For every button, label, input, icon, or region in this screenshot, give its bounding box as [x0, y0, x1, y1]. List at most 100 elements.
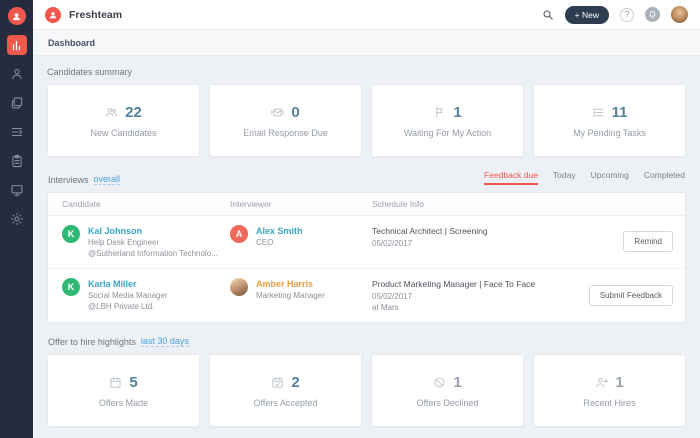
offers-header: Offer to hire highlights last 30 days: [48, 336, 685, 347]
remind-button[interactable]: Remind: [623, 231, 673, 252]
candidate-avatar: K: [62, 278, 80, 296]
candidate-avatar: K: [62, 225, 80, 243]
interviewer-role: CEO: [256, 238, 274, 247]
search-icon[interactable]: [542, 9, 554, 21]
card-waiting-for-my-action[interactable]: 1 Waiting For My Action: [371, 84, 524, 157]
interviews-table: Candidate Interviewer Schedule Info K Ka…: [47, 192, 686, 323]
candidate-cell: K Karla Miller Social Media Manager @LBH…: [62, 278, 230, 311]
sidebar-item-onboarding[interactable]: [7, 151, 27, 171]
brand-name: Freshteam: [69, 8, 123, 21]
candidate-company: @Sutherland Information Technolo...: [88, 249, 218, 258]
interviews-scope-link[interactable]: overall: [93, 174, 121, 185]
topbar: Freshteam + New ?: [33, 0, 700, 30]
submit-feedback-button[interactable]: Submit Feedback: [588, 284, 673, 306]
tab-today[interactable]: Today: [553, 170, 576, 185]
sidebar-item-candidates[interactable]: [7, 64, 27, 84]
offers-scope-link[interactable]: last 30 days: [140, 336, 189, 347]
interviewer-avatar: A: [230, 225, 248, 243]
calendar-check-icon: [271, 376, 284, 389]
user-avatar[interactable]: [671, 6, 688, 23]
tab-upcoming[interactable]: Upcoming: [591, 170, 629, 185]
schedule-location: at Mars: [372, 303, 399, 312]
sidebar-item-settings[interactable]: [7, 209, 27, 229]
card-label: Email Response Due: [243, 127, 328, 138]
offers-title: Offer to hire highlights: [48, 337, 136, 347]
tab-feedback-due[interactable]: Feedback due: [484, 170, 538, 185]
breadcrumb[interactable]: Dashboard: [48, 38, 95, 48]
column-schedule-info: Schedule Info: [372, 199, 424, 209]
help-icon[interactable]: ?: [620, 7, 634, 22]
card-value: 1: [453, 103, 462, 121]
sidebar: [0, 0, 33, 438]
notifications-icon[interactable]: [645, 7, 660, 22]
sidebar-nav: [6, 35, 27, 229]
new-button[interactable]: + New: [564, 5, 609, 24]
hire-icon: [595, 376, 609, 389]
candidate-cell: K Kal Johnson Help Desk Engineer @Suther…: [62, 225, 230, 258]
card-email-response-due[interactable]: 0 Email Response Due: [209, 84, 362, 157]
sidebar-item-reports[interactable]: [7, 180, 27, 200]
breadcrumb-bar: Dashboard: [33, 30, 700, 56]
schedule-cell: Product Marketing Manager | Face To Face…: [372, 278, 563, 312]
card-value: 1: [453, 373, 462, 391]
freshteam-logo-icon[interactable]: [7, 7, 26, 25]
schedule-title: Product Marketing Manager | Face To Face: [372, 279, 536, 289]
tasks-icon: [592, 106, 605, 119]
declined-icon: [433, 376, 446, 389]
people-icon: [105, 106, 118, 119]
interviews-tabs: Feedback due Today Upcoming Completed: [484, 170, 685, 185]
card-offers-declined[interactable]: 1 Offers Declined: [371, 354, 524, 427]
card-new-candidates[interactable]: 22 New Candidates: [47, 84, 200, 157]
schedule-date: 05/02/2017: [372, 291, 413, 301]
card-label: My Pending Tasks: [573, 127, 646, 138]
card-value: 11: [611, 103, 628, 121]
main-area: Freshteam + New ? Dashboard Candidates s…: [33, 0, 700, 438]
interview-row: K Karla Miller Social Media Manager @LBH…: [48, 268, 685, 322]
candidate-company: @LBH Private Ltd.: [88, 302, 155, 311]
interviews-title: Interviews: [48, 175, 89, 185]
interviewer-avatar: [230, 278, 248, 296]
card-value: 0: [291, 103, 300, 121]
schedule-cell: Technical Architect | Screening 05/02/20…: [372, 225, 563, 248]
candidates-summary-title: Candidates summary: [47, 67, 133, 77]
interviews-header: Interviews overall Feedback due Today Up…: [48, 170, 685, 185]
card-value: 1: [615, 373, 624, 391]
card-value: 22: [125, 103, 142, 121]
candidate-role: Social Media Manager: [88, 291, 168, 300]
candidates-summary-cards: 22 New Candidates 0 Email Response Due 1…: [47, 84, 686, 157]
column-candidate: Candidate: [62, 199, 101, 209]
tab-completed[interactable]: Completed: [644, 170, 685, 185]
interviewer-role: Marketing Manager: [256, 291, 325, 300]
action-cell: Submit Feedback: [588, 284, 673, 306]
card-recent-hires[interactable]: 1 Recent Hires: [533, 354, 686, 427]
sidebar-item-job-postings[interactable]: [7, 93, 27, 113]
sidebar-item-dashboard[interactable]: [6, 35, 27, 55]
card-value: 5: [129, 373, 138, 391]
column-interviewer: Interviewer: [230, 199, 272, 209]
card-offers-accepted[interactable]: 2 Offers Accepted: [209, 354, 362, 427]
card-label: New Candidates: [90, 127, 157, 138]
freshteam-brand-icon: [45, 6, 61, 23]
app: Freshteam + New ? Dashboard Candidates s…: [0, 0, 700, 438]
interviewer-name-link[interactable]: Alex Smith: [256, 226, 303, 236]
card-label: Offers Made: [98, 397, 149, 408]
interviewer-cell: Amber Harris Marketing Manager: [230, 278, 372, 300]
email-icon: [271, 106, 285, 119]
candidate-name-link[interactable]: Kal Johnson: [88, 226, 218, 236]
card-label: Offers Accepted: [253, 397, 318, 408]
interviewer-cell: A Alex Smith CEO: [230, 225, 372, 247]
candidate-name-link[interactable]: Karla Miller: [88, 279, 168, 289]
action-cell: Remind: [623, 231, 673, 252]
candidate-role: Help Desk Engineer: [88, 238, 160, 247]
offers-cards: 5 Offers Made 2 Offers Accepted 1 Offers…: [47, 354, 686, 427]
schedule-date: 05/02/2017: [372, 238, 413, 248]
card-my-pending-tasks[interactable]: 11 My Pending Tasks: [533, 84, 686, 157]
interview-row: K Kal Johnson Help Desk Engineer @Suther…: [48, 216, 685, 268]
table-header: Candidate Interviewer Schedule Info: [48, 193, 685, 216]
sidebar-item-referrals[interactable]: [7, 122, 27, 142]
card-label: Waiting For My Action: [403, 127, 492, 138]
card-offers-made[interactable]: 5 Offers Made: [47, 354, 200, 427]
calendar-icon: [109, 376, 122, 389]
interviewer-name-link[interactable]: Amber Harris: [256, 279, 325, 289]
flag-icon: [433, 106, 446, 119]
